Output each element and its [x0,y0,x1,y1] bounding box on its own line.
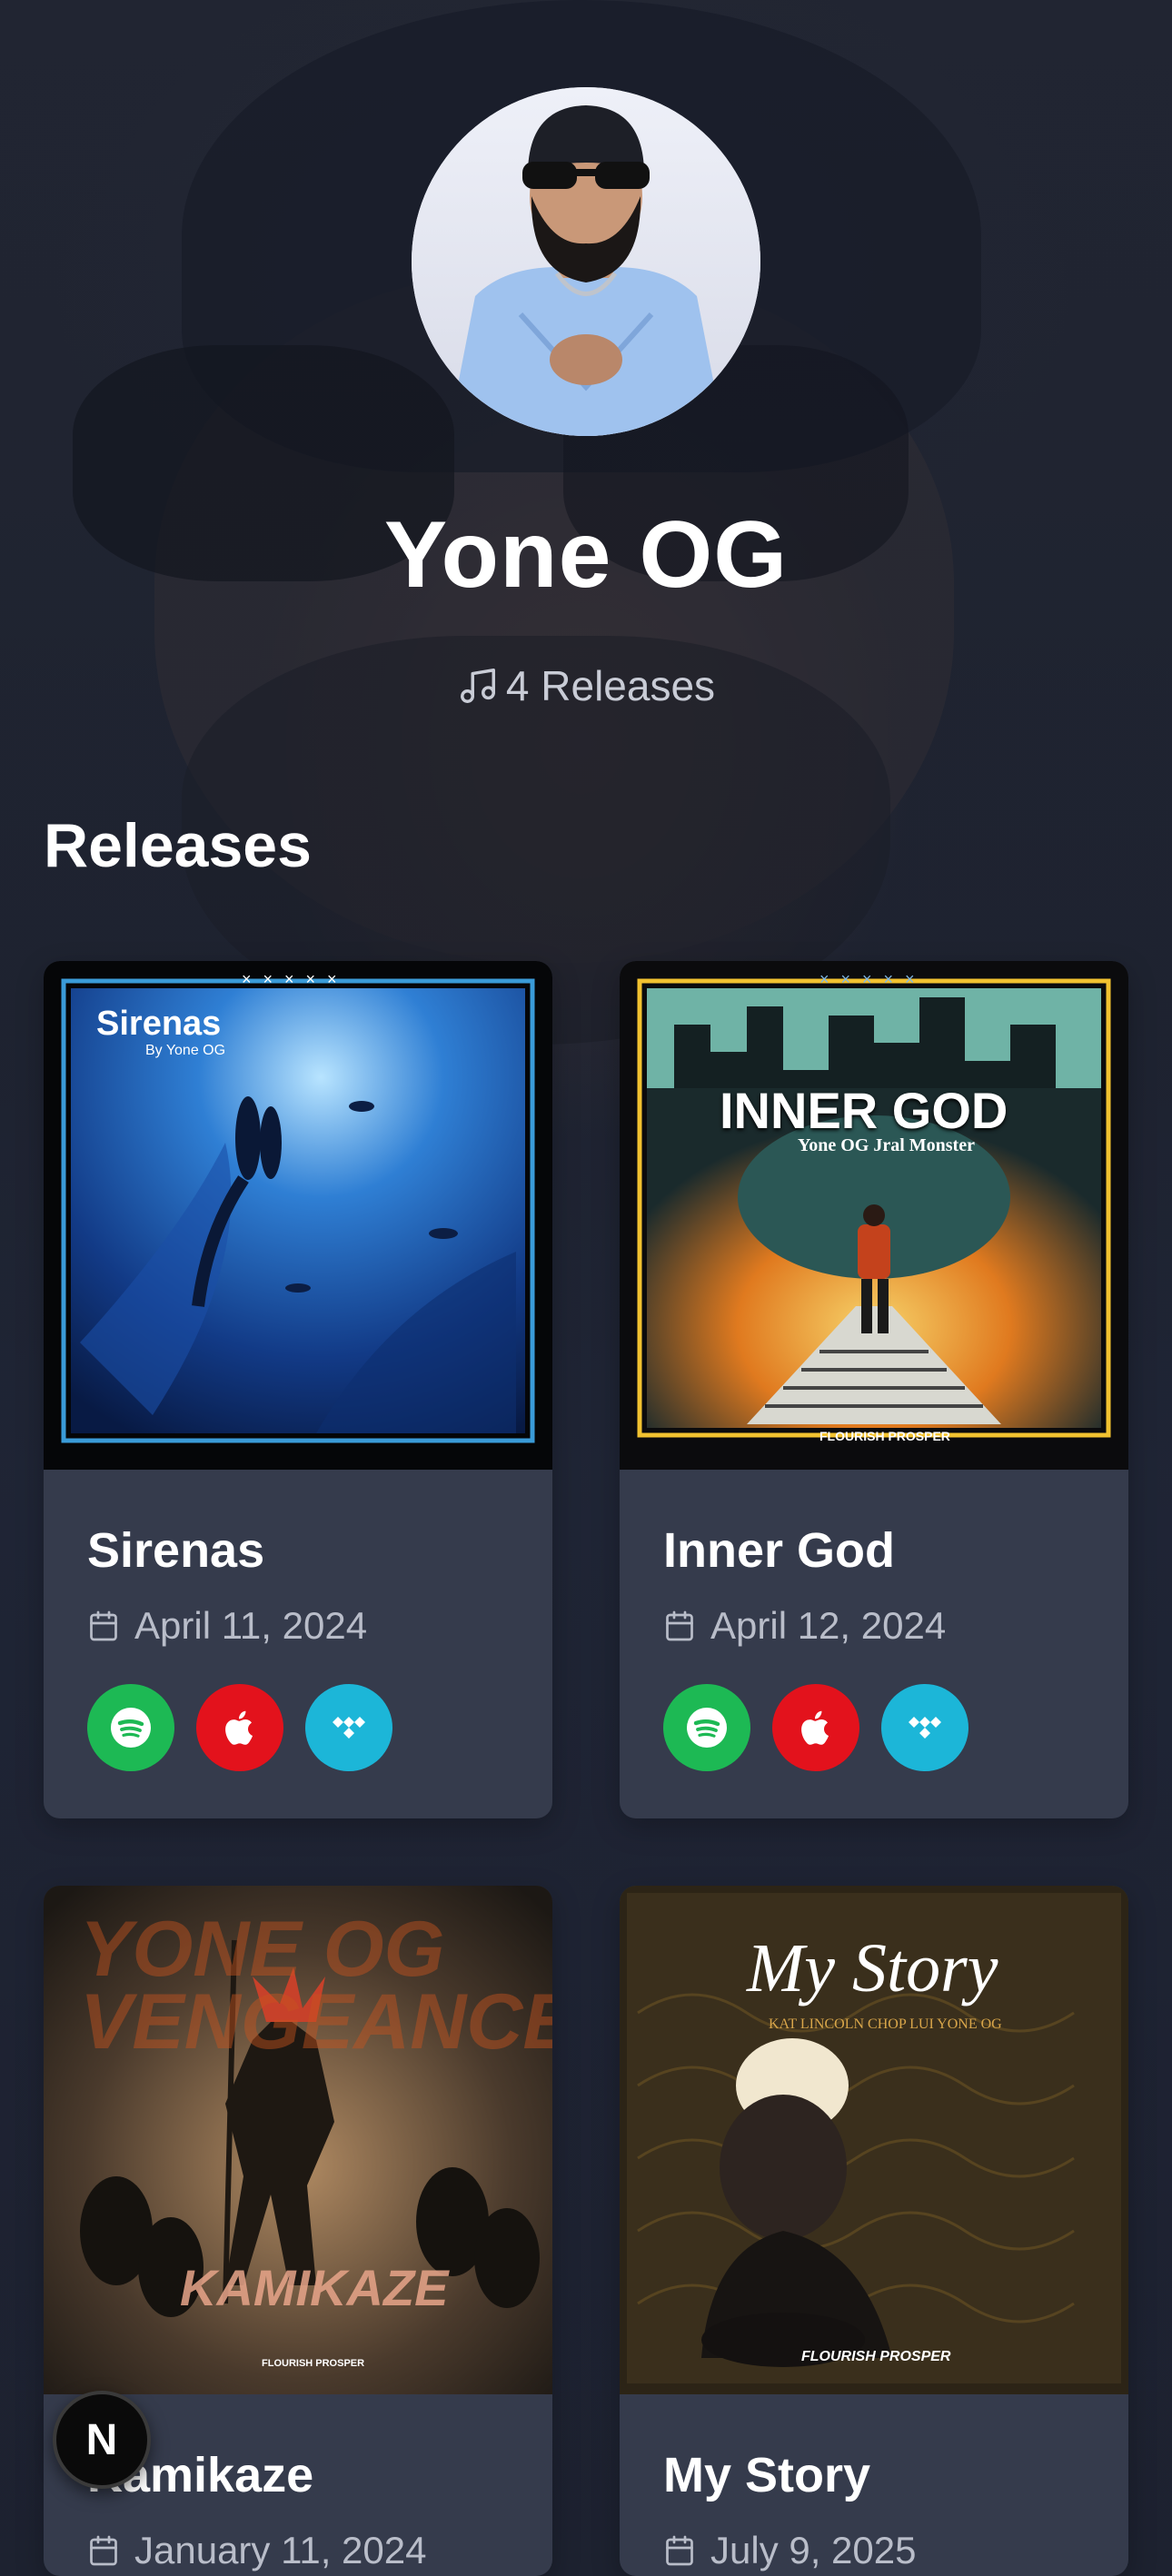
release-date: July 9, 2025 [663,2529,1085,2572]
artwork-marks: × × × × × [242,970,341,988]
artist-avatar [412,87,760,436]
release-artwork: × × × × × INNER GOD Yone OG Jral Monster… [620,961,1128,1470]
artwork-title: Sirenas [96,1005,222,1043]
release-card-sirenas[interactable]: × × × × × Sirenas By Yone OG Sirenas Apr… [44,961,552,1818]
release-title[interactable]: My Story [663,2394,1085,2503]
artwork-title: My Story [747,1930,998,2006]
artwork-title: INNER GOD [720,1082,1008,1139]
tidal-button[interactable] [881,1684,968,1771]
release-artwork: YONE OG VENGEANCE KAMIKAZE FLOURISH PROS… [44,1886,552,2394]
dev-tools-badge[interactable]: N [53,2391,151,2489]
calendar-icon [666,1610,693,1641]
spotify-button[interactable] [663,1684,750,1771]
artwork-title: KAMIKAZE [180,2259,449,2316]
artwork-background-text: YONE OG VENGEANCE [80,1906,552,2066]
tidal-icon [909,1717,941,1739]
music-note-icon [460,669,495,703]
calendar-icon [90,1610,117,1641]
apple-music-button[interactable] [196,1684,283,1771]
artwork-subtitle: By Yone OG [145,1043,226,1058]
release-title[interactable]: Sirenas [87,1470,509,1579]
calendar-icon [666,2535,693,2566]
spotify-icon [111,1708,151,1748]
release-date: January 11, 2024 [87,2529,509,2572]
release-artwork: My Story KAT LINCOLN CHOP LUI YONE OG FL… [620,1886,1128,2394]
platform-links [87,1684,509,1771]
apple-music-button[interactable] [772,1684,859,1771]
apple-music-icon [225,1710,253,1745]
release-count-label: 4 Releases [505,662,716,709]
artwork-label: FLOURISH PROSPER [819,1429,950,1443]
releases-heading: Releases [44,811,312,880]
tidal-button[interactable] [305,1684,392,1771]
release-count: 4 Releases [0,661,1172,710]
release-title[interactable]: Kamikaze [87,2394,509,2503]
artist-name: Yone OG [383,502,789,608]
calendar-icon [90,2535,117,2566]
release-artwork: × × × × × Sirenas By Yone OG [44,961,552,1470]
release-date: April 11, 2024 [87,1604,509,1648]
artwork-label: FLOURISH PROSPER [801,2349,951,2364]
release-card-inner-god[interactable]: × × × × × INNER GOD Yone OG Jral Monster… [620,961,1128,1818]
platform-links [663,1684,1085,1771]
release-date-label: April 11, 2024 [134,1604,368,1647]
release-date-label: January 11, 2024 [134,2529,427,2571]
release-title[interactable]: Inner God [663,1470,1085,1579]
apple-music-icon [801,1710,829,1745]
release-card-my-story[interactable]: My Story KAT LINCOLN CHOP LUI YONE OG FL… [620,1886,1128,2576]
artwork-subtitle: Yone OG Jral Monster [798,1135,975,1155]
spotify-button[interactable] [87,1684,174,1771]
artwork-subtitle: KAT LINCOLN CHOP LUI YONE OG [769,2016,1002,2032]
spotify-icon [687,1708,727,1748]
artwork-label: FLOURISH PROSPER [262,2358,365,2369]
tidal-icon [333,1717,365,1739]
release-date-label: July 9, 2025 [710,2529,917,2571]
release-date: April 12, 2024 [663,1604,1085,1648]
artwork-marks: × × × × × [819,970,919,988]
release-date-label: April 12, 2024 [710,1604,947,1647]
